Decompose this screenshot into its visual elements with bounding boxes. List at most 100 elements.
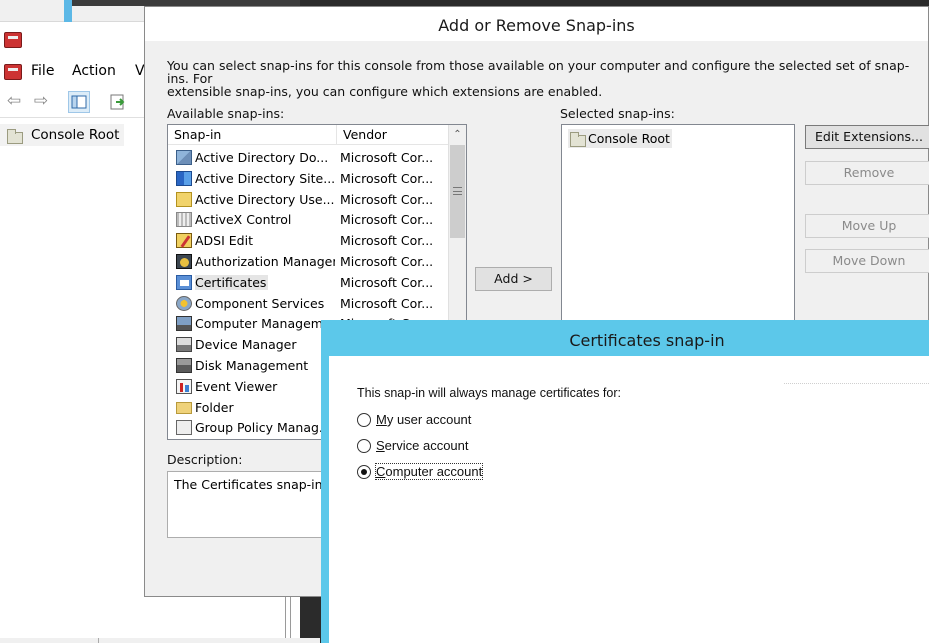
snapin-name-text: Active Directory Site... xyxy=(195,170,335,186)
snapin-name: Authorization Manager xyxy=(195,251,335,272)
component-services-icon xyxy=(176,295,192,311)
move-down-button[interactable]: Move Down xyxy=(805,249,929,273)
snapin-name-text: Component Services xyxy=(195,295,325,311)
dotted-separator xyxy=(784,383,929,384)
intro-line-2: extensible snap-ins, you can configure w… xyxy=(167,84,603,99)
activex-icon xyxy=(176,212,192,228)
status-divider xyxy=(98,638,99,643)
show-hide-tree-icon[interactable] xyxy=(68,91,90,113)
selected-item-console-root[interactable]: Console Root xyxy=(568,129,672,148)
snapin-row[interactable]: Authorization Manager Microsoft Cor... xyxy=(168,251,444,272)
back-arrow-icon[interactable]: ⇦ xyxy=(4,92,24,110)
dialog-title: Add or Remove Snap-ins xyxy=(438,16,635,35)
description-box: The Certificates snap-in a xyxy=(167,471,332,538)
column-header-snapin[interactable]: Snap-in xyxy=(168,125,336,145)
snapin-name: Disk Management xyxy=(195,355,335,376)
event-viewer-icon xyxy=(176,378,192,394)
snapin-name-text: Certificates xyxy=(195,274,269,290)
snapin-name: Device Manager xyxy=(195,334,335,355)
snapin-name: ActiveX Control xyxy=(195,209,335,230)
snapin-row[interactable]: Active Directory Site... Microsoft Cor... xyxy=(168,168,444,189)
snapin-name-text: Authorization Manager xyxy=(195,254,335,269)
splitter-line xyxy=(290,597,291,643)
certificates-icon xyxy=(176,274,192,290)
menu-action[interactable]: Action xyxy=(72,63,116,79)
snapin-vendor: Microsoft Cor... xyxy=(340,170,434,186)
cert-dialog-title: Certificates snap-in xyxy=(569,331,725,350)
intro-line-1: You can select snap-ins for this console… xyxy=(167,58,910,86)
snapin-name-text: Device Manager xyxy=(195,337,297,353)
snapin-name: ADSI Edit xyxy=(195,230,335,251)
radio-label[interactable]: Service account xyxy=(376,438,469,453)
snapin-name-text: Active Directory Do... xyxy=(195,150,329,165)
device-manager-icon xyxy=(176,337,192,353)
cert-prompt: This snap-in will always manage certific… xyxy=(357,386,621,400)
ad-users-icon xyxy=(176,191,192,207)
folder-icon xyxy=(7,129,23,144)
radio-label[interactable]: My user account xyxy=(376,412,471,427)
snapin-name: Active Directory Site... xyxy=(195,168,335,189)
snapin-vendor: Microsoft Cor... xyxy=(340,150,434,165)
export-list-icon[interactable] xyxy=(108,92,128,112)
snapin-name-text: Active Directory Use... xyxy=(195,191,335,207)
snapin-name: Event Viewer xyxy=(195,376,335,397)
adsi-edit-icon xyxy=(176,233,192,249)
snapin-row[interactable]: ADSI Edit Microsoft Cor... xyxy=(168,230,444,251)
mmc-system-menu-icon[interactable] xyxy=(4,64,22,80)
snapin-name: Group Policy Manag... xyxy=(195,417,335,438)
mmc-app-icon xyxy=(4,32,22,48)
dialog-titlebar[interactable]: Add or Remove Snap-ins xyxy=(145,7,928,41)
scroll-up-icon[interactable]: ⌃ xyxy=(449,127,466,143)
description-label: Description: xyxy=(167,452,243,467)
snapin-vendor: Microsoft Cor... xyxy=(340,274,434,290)
scroll-thumb[interactable] xyxy=(450,145,465,238)
snapin-name-text: Disk Management xyxy=(195,358,309,373)
selected-item-label: Console Root xyxy=(588,131,670,146)
snapin-row[interactable]: Active Directory Use... Microsoft Cor... xyxy=(168,189,444,210)
radio-circle[interactable] xyxy=(357,413,371,427)
edit-extensions-button[interactable]: Edit Extensions... xyxy=(805,125,929,149)
forward-arrow-icon[interactable]: ⇨ xyxy=(31,92,51,110)
snapin-name-text: Computer Managem... xyxy=(195,316,335,332)
snapin-name: Active Directory Use... xyxy=(195,189,335,210)
snapin-name-text: ADSI Edit xyxy=(195,233,253,249)
folder-icon xyxy=(176,401,192,414)
splitter-line xyxy=(285,597,286,643)
snapin-row[interactable]: ActiveX Control Microsoft Cor... xyxy=(168,209,444,230)
snapin-name: Component Services xyxy=(195,293,335,314)
snapin-vendor: Microsoft Cor... xyxy=(340,233,434,249)
menu-file[interactable]: File xyxy=(31,63,54,79)
cert-dialog-body: This snap-in will always manage certific… xyxy=(329,356,929,643)
snapin-name: Certificates xyxy=(195,272,335,293)
ad-sites-icon xyxy=(176,170,192,186)
snapin-name: Folder xyxy=(195,397,335,418)
ad-domains-icon xyxy=(176,150,192,165)
selected-snapins-label: Selected snap-ins: xyxy=(560,106,675,121)
snapin-row[interactable]: Certificates Microsoft Cor... xyxy=(168,272,444,293)
computer-management-icon xyxy=(176,316,192,332)
move-up-button[interactable]: Move Up xyxy=(805,214,929,238)
group-policy-icon xyxy=(176,420,192,436)
snapin-row[interactable]: Active Directory Do... Microsoft Cor... xyxy=(168,147,444,168)
snapin-name: Active Directory Do... xyxy=(195,147,335,168)
snapin-vendor: Microsoft Cor... xyxy=(340,212,434,228)
snapin-name-text: Group Policy Manag... xyxy=(195,420,331,436)
radio-label[interactable]: Computer account xyxy=(374,463,484,480)
disk-management-icon xyxy=(176,358,192,373)
column-header-vendor[interactable]: Vendor xyxy=(336,125,448,145)
snapin-name-text: Folder xyxy=(195,399,234,415)
snapin-row[interactable]: Component Services Microsoft Cor... xyxy=(168,293,444,314)
status-strip xyxy=(0,638,320,643)
available-snapins-label: Available snap-ins: xyxy=(167,106,285,121)
authorization-icon xyxy=(176,254,192,269)
tree-item-console-root[interactable]: Console Root xyxy=(0,124,124,146)
remove-button[interactable]: Remove xyxy=(805,161,929,185)
snapin-name-text: Event Viewer xyxy=(195,378,278,394)
radio-circle-checked[interactable] xyxy=(357,465,371,479)
snapin-vendor: Microsoft Cor... xyxy=(340,191,434,207)
radio-circle[interactable] xyxy=(357,439,371,453)
snapin-vendor: Microsoft Cor... xyxy=(340,295,434,311)
snapin-name: Computer Managem... xyxy=(195,313,335,334)
certificates-snapin-dialog: Certificates snap-in This snap-in will a… xyxy=(321,320,929,643)
add-button[interactable]: Add > xyxy=(475,267,552,291)
